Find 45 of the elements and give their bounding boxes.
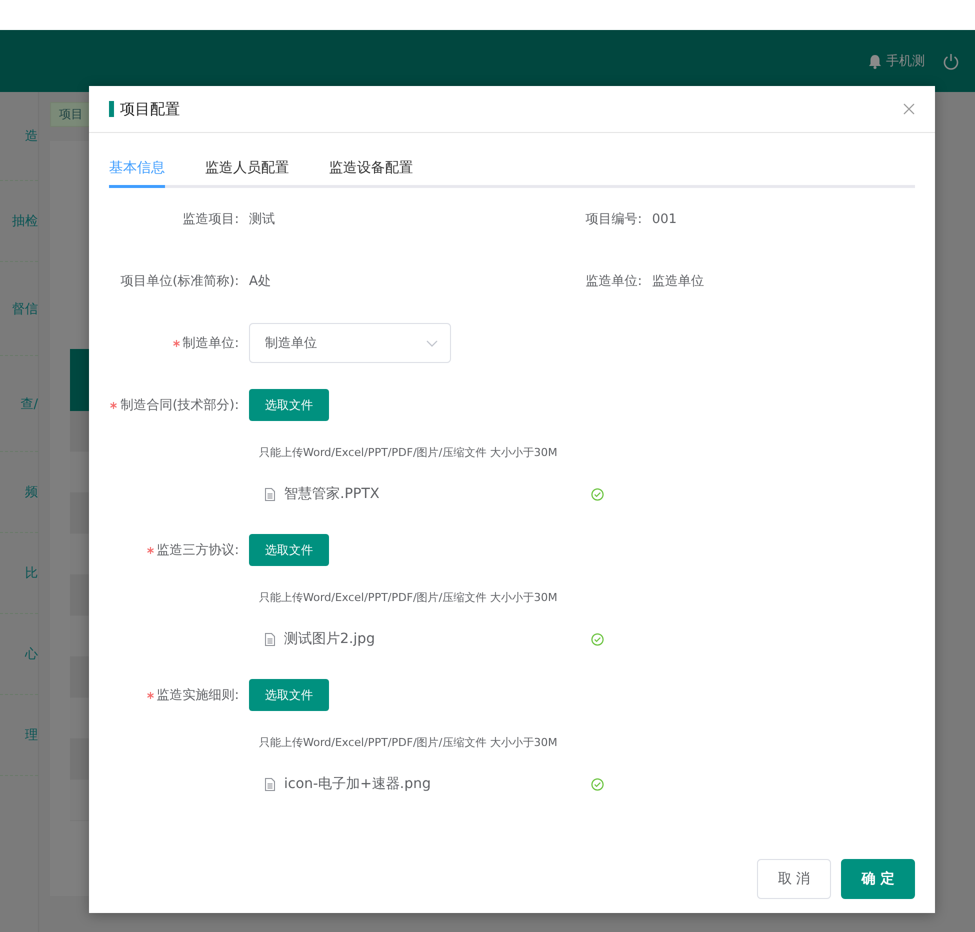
document-icon [264,488,276,500]
sidebar-item[interactable]: 频 [25,483,38,501]
tab[interactable]: 监造设备配置 [329,159,413,188]
field-label: 制造合同(技术部分): [120,397,239,414]
sidebar-item[interactable]: 督信 [12,300,38,318]
upload-tip: 只能上传Word/Excel/PPT/PDF/图片/压缩文件 大小小于30M [259,445,558,460]
field-label: 监造三方协议: [156,542,239,559]
field-value: 监造单位 [652,273,704,290]
sidebar-item[interactable]: 造 [25,127,38,145]
field-label: 制造单位: [182,335,239,352]
field-label: 项目单位(标准简称): [120,273,239,290]
choose-file-button[interactable]: 选取文件 [249,389,329,421]
file-name[interactable]: 智慧管家.PPTX [284,485,591,503]
document-icon [264,778,276,790]
field-label: 监造实施细则: [156,687,239,704]
sidebar-item[interactable]: 理 [25,726,38,744]
choose-file-button[interactable]: 选取文件 [249,679,329,711]
tab[interactable]: 基本信息 [109,159,165,188]
choose-file-button[interactable]: 选取文件 [249,534,329,566]
field-label: 监造项目: [182,211,239,228]
sidebar-item[interactable]: 抽检 [12,212,38,230]
field-value: 001 [652,212,677,226]
upload-tip: 只能上传Word/Excel/PPT/PDF/图片/压缩文件 大小小于30M [259,590,558,605]
upload-tip: 只能上传Word/Excel/PPT/PDF/图片/压缩文件 大小小于30M [259,735,558,750]
file-name[interactable]: icon-电子加+速器.png [284,775,591,793]
document-icon [264,632,276,646]
close-icon[interactable] [903,103,915,115]
chevron-down-icon [426,340,438,346]
field-label: 监造单位: [586,273,642,290]
sidebar-item[interactable]: 查/ [20,394,38,412]
select-field[interactable]: 制造单位 [249,323,451,363]
field-value: 测试 [249,211,275,228]
field-value: A处 [249,273,271,290]
sidebar-item[interactable]: 比 [25,564,38,582]
user-name[interactable]: 手机测 [886,52,925,70]
dialog-title: 项目配置 [109,101,180,117]
cancel-button[interactable]: 取 消 [757,859,831,899]
bell-icon[interactable] [868,54,882,68]
breadcrumb-tag[interactable]: 项目 [50,102,92,127]
tab[interactable]: 监造人员配置 [205,159,289,188]
power-icon[interactable] [943,52,959,70]
confirm-button[interactable]: 确 定 [841,859,915,899]
file-name[interactable]: 测试图片2.jpg [284,630,591,648]
field-label: 项目编号: [586,211,642,228]
sidebar-item[interactable]: 心 [25,645,38,663]
